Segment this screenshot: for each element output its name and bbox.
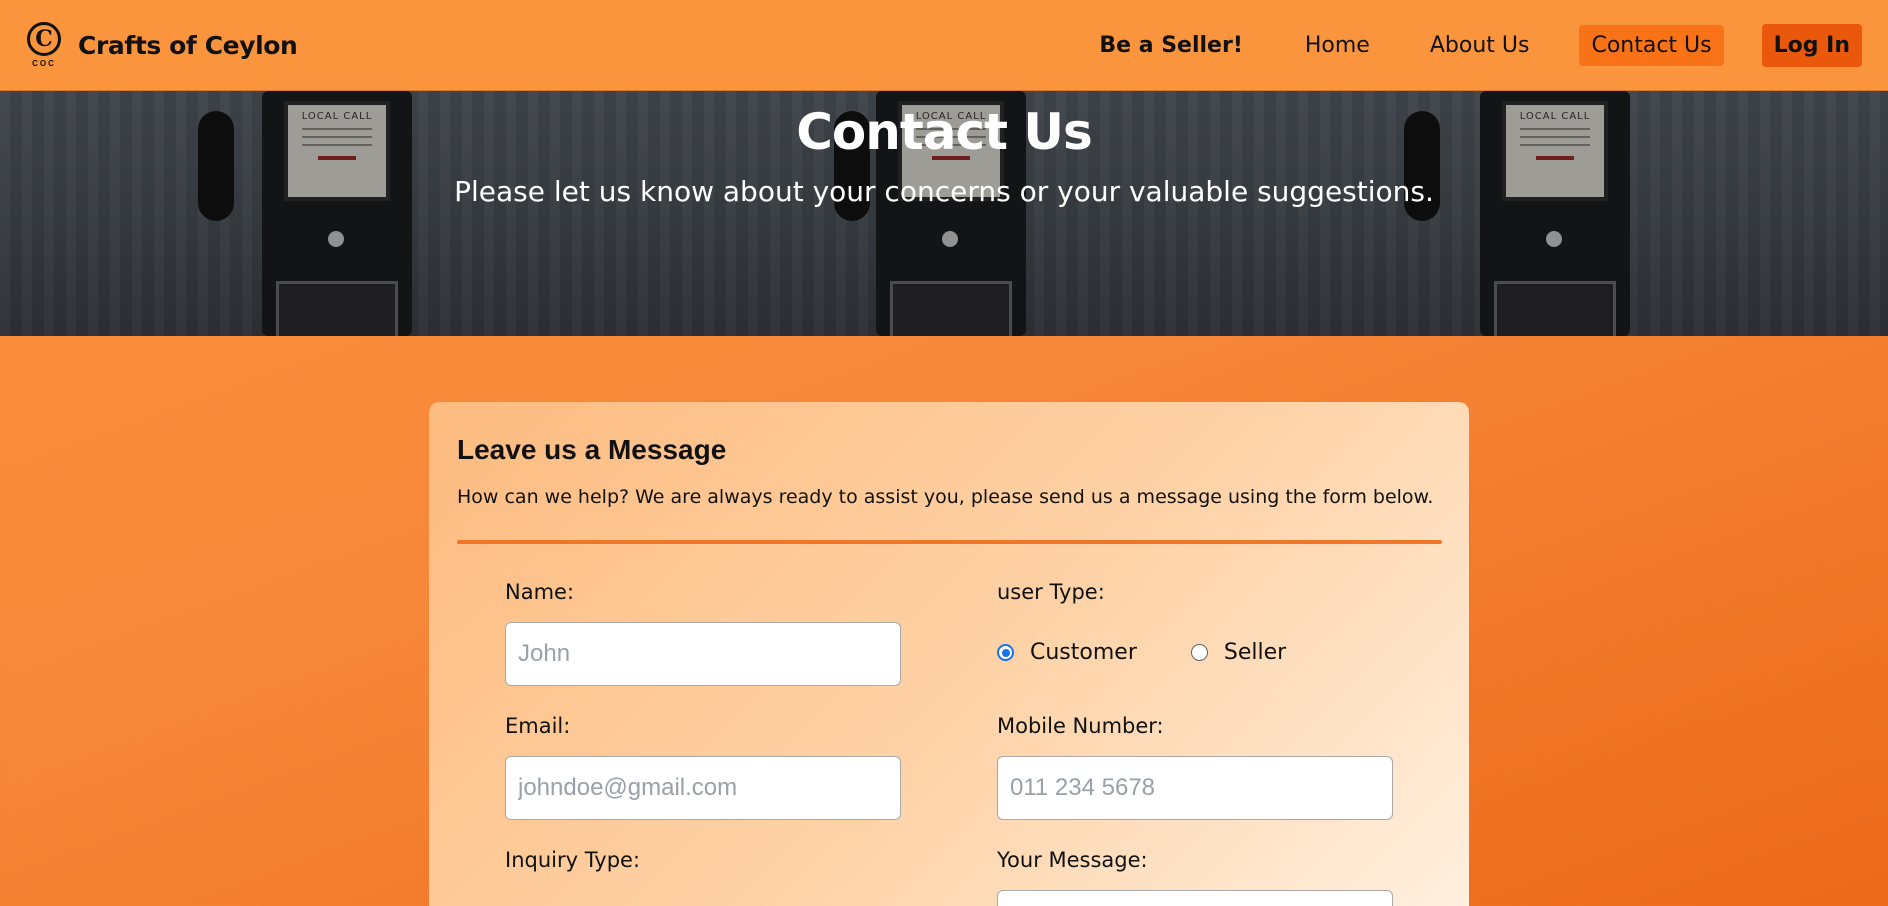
top-navbar: C COC Crafts of Ceylon Be a Seller! Home… — [0, 0, 1888, 91]
radio-customer-label[interactable]: Customer — [1030, 640, 1137, 665]
email-input[interactable] — [505, 756, 901, 820]
logo-sub-text: COC — [32, 59, 56, 68]
form-divider — [457, 540, 1442, 544]
user-type-label: user Type: — [997, 580, 1105, 604]
nav-contact-us[interactable]: Contact Us — [1579, 24, 1724, 66]
nav-be-a-seller[interactable]: Be a Seller! — [1087, 25, 1255, 66]
radio-seller-button[interactable] — [1190, 644, 1208, 661]
nav-links: Be a Seller! Home About Us Contact Us Lo… — [1087, 23, 1862, 67]
form-title: Leave us a Message — [457, 434, 727, 465]
message-textarea[interactable] — [997, 890, 1393, 906]
nav-about-us[interactable]: About Us — [1418, 25, 1542, 66]
contact-form-card: Leave us a Message How can we help? We a… — [429, 402, 1469, 906]
inquiry-type-label: Inquiry Type: — [505, 848, 641, 872]
radio-seller[interactable]: Seller — [1190, 640, 1286, 665]
name-input[interactable] — [505, 622, 901, 686]
radio-seller-label[interactable]: Seller — [1224, 640, 1286, 665]
brand-name[interactable]: Crafts of Ceylon — [78, 31, 298, 60]
name-label: Name: — [505, 580, 575, 604]
radio-customer[interactable]: Customer — [997, 640, 1137, 665]
nav-home[interactable]: Home — [1293, 25, 1382, 66]
hero-title: Contact Us — [796, 103, 1093, 161]
message-label: Your Message: — [997, 848, 1148, 872]
site-logo[interactable]: C COC — [26, 22, 62, 68]
hero-subtitle: Please let us know about your concerns o… — [454, 175, 1434, 208]
logo-mark-icon: C — [27, 22, 61, 56]
login-button[interactable]: Log In — [1761, 23, 1862, 67]
mobile-number-label: Mobile Number: — [997, 714, 1164, 738]
hero-banner: LOCAL CALL LOCAL CALL LOCAL CALL Contact… — [0, 91, 1888, 336]
radio-customer-button[interactable] — [997, 644, 1014, 661]
user-type-radio-group: Customer Seller — [997, 640, 1340, 665]
mobile-number-input[interactable] — [997, 756, 1393, 820]
form-description: How can we help? We are always ready to … — [457, 486, 1434, 508]
email-label: Email: — [505, 714, 571, 738]
